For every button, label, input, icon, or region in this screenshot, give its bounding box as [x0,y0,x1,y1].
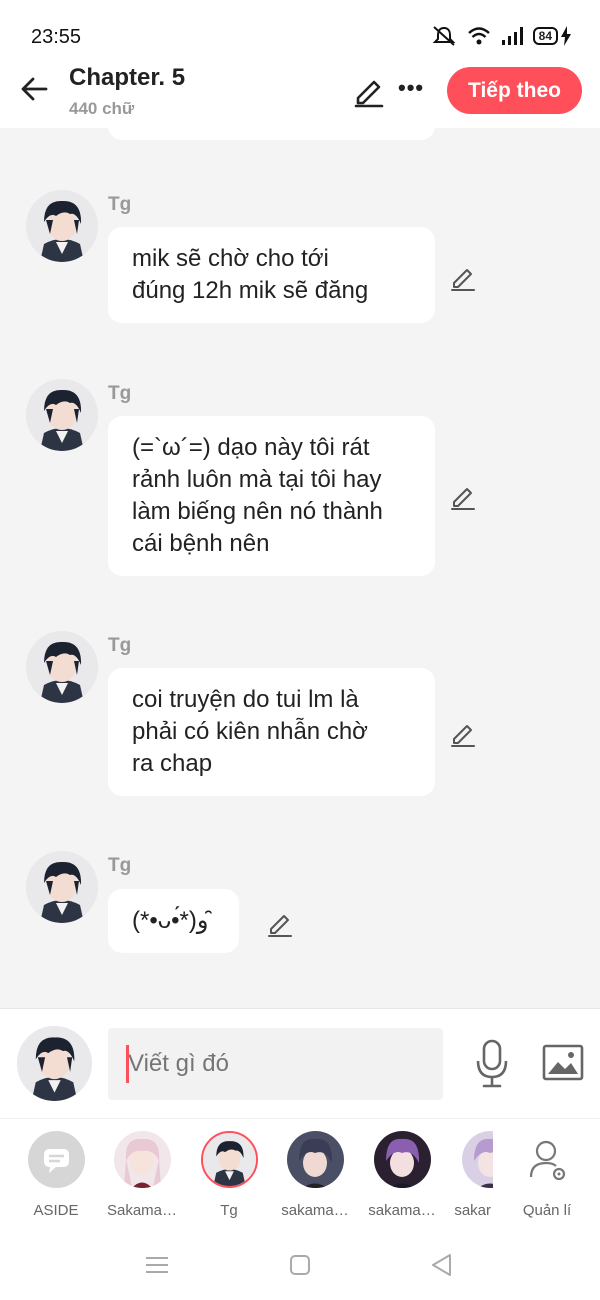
signal-icon [501,27,523,45]
character-bar: ASIDE Sakama… Tg sakama… sakama… sakar Q… [0,1118,600,1228]
character-item[interactable]: sakar [431,1131,493,1219]
message-line: đúng 12h mik sẽ đăng [132,277,369,304]
character-avatar-image [26,631,98,703]
back-triangle-icon[interactable] [427,1250,457,1280]
message-bubble[interactable]: (*•ᴗ•́*)و ̑̑ [108,889,240,953]
pencil-icon[interactable] [352,74,386,108]
message-line: (=`ω´=) dạo này tôi rát [132,434,370,461]
message-bubble[interactable]: coi truyện do tui lm là phải có kiên nhẫ… [108,668,435,796]
more-dots-icon[interactable]: ••• [398,77,428,104]
character-avatar-image [17,1026,92,1101]
pencil-icon[interactable] [449,483,477,511]
wifi-icon [467,27,490,45]
charging-icon [561,26,571,46]
pencil-icon[interactable] [449,720,477,748]
avatar[interactable] [17,1026,92,1101]
message-line: rảnh luôn mà tại tôi hay [132,466,382,493]
sender-name: Tg [108,635,132,656]
character-avatar [462,1131,493,1188]
character-label: Tg [220,1202,238,1219]
battery-level: 84 [532,27,558,45]
character-label: Quản lí [522,1202,572,1219]
chapter-title: Chapter. 5 [69,64,186,91]
character-aside[interactable]: ASIDE [11,1131,101,1219]
character-avatar-image [26,851,98,923]
message-line: cái bệnh nên [132,530,270,557]
avatar[interactable] [26,851,98,923]
character-avatar-image [26,379,98,451]
status-bar: 23:55 84 [0,0,600,58]
battery-icon: 84 [532,26,572,46]
pencil-icon[interactable] [266,910,294,938]
chat-bubble-icon [27,1131,85,1188]
microphone-icon[interactable] [474,1039,510,1089]
character-avatar [373,1131,431,1188]
character-avatar [286,1131,344,1188]
text-cursor [126,1045,129,1083]
sender-name: Tg [108,855,132,876]
character-item[interactable]: Sakama… [97,1131,187,1219]
sender-name: Tg [108,383,132,404]
mute-bell-icon [432,26,456,46]
message-bubble[interactable]: mik sẽ chờ cho tới đúng 12h mik sẽ đăng [108,227,435,323]
message-line: ra chap [132,750,213,777]
avatar[interactable] [26,190,98,262]
message-line: (*•ᴗ•́*)و ̑̑ [132,907,216,934]
compose-bar [0,1008,600,1118]
character-item[interactable]: sakama… [270,1131,360,1219]
chapter-header: Chapter. 5 440 chữ ••• Tiếp theo [0,58,600,128]
message-line: phải có kiên nhẫn chờ [132,718,368,745]
manage-user-icon [519,1131,576,1188]
character-avatar [200,1131,258,1188]
avatar[interactable] [26,631,98,703]
character-label: sakama… [281,1202,349,1219]
character-label: Sakama… [106,1202,178,1219]
image-icon[interactable] [542,1043,584,1083]
pencil-icon[interactable] [449,264,477,292]
back-arrow-icon[interactable] [18,72,52,106]
message-input[interactable] [108,1028,443,1100]
character-item-selected[interactable]: Tg [184,1131,274,1219]
message-line: mik sẽ chờ cho tới [132,245,329,272]
status-time: 23:55 [31,26,82,48]
home-square-icon[interactable] [285,1250,315,1280]
system-nav-bar [0,1228,600,1300]
menu-icon[interactable] [142,1250,172,1280]
manage-characters-button[interactable]: Quản lí [502,1131,592,1219]
status-icons: 84 [431,25,572,47]
message-line: coi truyện do tui lm là [132,686,359,713]
character-avatar-image [26,190,98,262]
word-count: 440 chữ [69,99,135,118]
previous-message-bubble [108,128,435,140]
avatar[interactable] [26,379,98,451]
next-chapter-button[interactable]: Tiếp theo [447,67,582,114]
character-avatar [113,1131,171,1188]
message-bubble[interactable]: (=`ω´=) dạo này tôi rát rảnh luôn mà tại… [108,416,435,576]
message-line: làm biếng nên nó thành [132,498,383,525]
character-label: sakar [454,1202,491,1219]
character-label: ASIDE [33,1202,79,1219]
sender-name: Tg [108,194,132,215]
chat-area[interactable]: Tg mik sẽ chờ cho tới đúng 12h mik sẽ đă… [0,128,600,1008]
